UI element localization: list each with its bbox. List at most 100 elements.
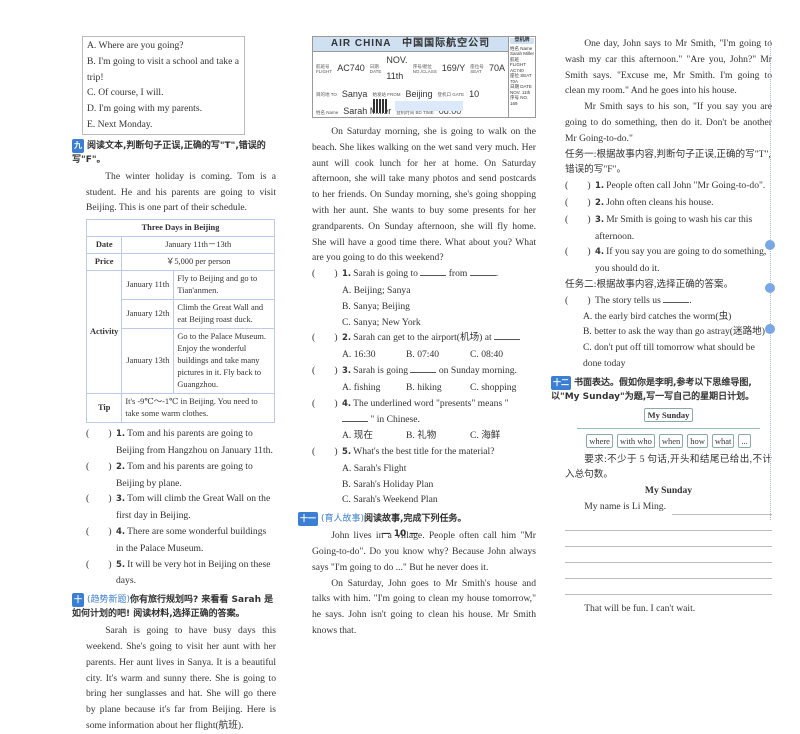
binding-hole-icon xyxy=(765,283,775,293)
flight-value: AC740 xyxy=(337,62,365,73)
question-text: The story tells us xyxy=(595,294,661,306)
question-text: Tom will climb the Great Wall on the fir… xyxy=(116,493,271,522)
question: ( ) 1. Sarah is going to from . A. Beijing;… xyxy=(312,266,536,330)
table-title: Three Days in Beijing xyxy=(86,219,275,238)
question: ( ) 2. Sarah can get to the airport(机场) at… xyxy=(312,330,536,363)
option: C. shopping xyxy=(470,381,517,393)
essay-start: My name is Li Ming. xyxy=(584,500,666,512)
writing-line[interactable] xyxy=(565,547,772,563)
option: C. 海鲜 xyxy=(470,430,501,442)
answer-blank[interactable]: ( ) xyxy=(565,195,595,212)
question-text: What's the best title for the material? xyxy=(353,445,495,457)
option: B. Sarah's Holiday Plan xyxy=(342,478,434,490)
from-label: 始发站 FROM xyxy=(372,91,401,97)
answer-blank[interactable]: ( ) xyxy=(565,212,595,245)
activity-text: Go to the Palace Museum. Enjoy the wonde… xyxy=(173,328,275,395)
question-number: 5. xyxy=(342,446,352,457)
mind-map: My Sunday where with who when how what .… xyxy=(565,407,772,448)
mind-map-node: what xyxy=(711,433,735,448)
passage: The winter holiday is coming. Tom is a s… xyxy=(86,170,276,214)
binding-hole-icon xyxy=(765,240,775,250)
question-number: 1. xyxy=(342,269,352,280)
option: B. I'm going to visit a school and take … xyxy=(87,55,240,83)
answer-blank[interactable]: ( ) xyxy=(312,330,342,347)
fill-blank[interactable] xyxy=(663,293,690,303)
section-10-heading: 十 (趋势新题)你有旅行规划吗? 来看看 Sarah 是如何计划的吧! 阅读材料,… xyxy=(72,593,276,621)
fill-blank[interactable] xyxy=(469,266,496,277)
question: ( ) 3. Mr Smith is going to wash his car t… xyxy=(565,212,772,245)
mind-map-node: ... xyxy=(738,433,751,448)
section-9-heading: 九阅读文本,判断句子正误,正确的写"T",错误的写"F"。 xyxy=(72,138,276,167)
writing-line[interactable] xyxy=(565,579,772,595)
question-text: Tom and his parents are going to Beijing… xyxy=(116,428,273,456)
section-11-heading: 十一 (育人故事)阅读故事,完成下列任务。 xyxy=(298,512,536,527)
answer-blank[interactable]: ( ) xyxy=(86,557,116,590)
question-number: 1. xyxy=(595,181,605,192)
activity-day: January 12th xyxy=(121,299,175,330)
price-label: Price xyxy=(85,253,123,272)
option: C. don't put off till tomorrow what shou… xyxy=(583,342,755,369)
question-text: It will be very hot in Beijing on these … xyxy=(116,558,271,587)
writing-line[interactable] xyxy=(565,563,772,579)
option: D. I'm going with my parents. xyxy=(87,103,202,115)
fill-blank[interactable] xyxy=(410,363,437,373)
airline-name: AIR CHINA 中国国际航空公司 xyxy=(313,37,508,52)
fill-blank[interactable] xyxy=(420,266,447,277)
option: C. 08:40 xyxy=(470,349,504,361)
stub-title: 登机牌 xyxy=(510,37,534,44)
left-column: A. Where are you going? B. I'm going to … xyxy=(72,36,276,734)
tip-value: It's -9℃～-1℃ in Beijing. You need to tak… xyxy=(121,393,275,424)
question-number: 3. xyxy=(595,214,605,225)
date-value: January 11th－13th xyxy=(121,236,275,255)
activity-day: January 13th xyxy=(121,328,175,395)
section-12-heading: 十二 书面表达。假如你是李明,参考以下思维导图,以"My Sunday"为题,写一… xyxy=(551,375,772,404)
seat-label: 座位号 SEAT xyxy=(470,63,484,74)
writing-line[interactable] xyxy=(672,499,772,515)
task-1-heading: 任务一:根据故事内容,判断句子正误,正确的写"T",错误的写"F"。 xyxy=(565,148,771,176)
page-number: — 10 — xyxy=(381,529,419,539)
name-label: 姓名 Name xyxy=(316,109,339,115)
qr-code-icon xyxy=(373,99,387,113)
date-label: Date xyxy=(85,236,123,255)
question-text: " in Chinese. xyxy=(370,414,420,426)
activity-day: January 11th xyxy=(121,270,175,301)
option: A. Where are you going? xyxy=(87,40,184,51)
question-text: John often cleans his house. xyxy=(606,196,714,208)
activity-text: Climb the Great Wall and eat Beijing roa… xyxy=(173,299,275,330)
answer-blank[interactable]: ( ) xyxy=(86,491,116,524)
fill-blank[interactable] xyxy=(494,330,521,341)
answer-blank[interactable]: ( ) xyxy=(312,444,342,461)
mind-map-node: when xyxy=(658,433,684,448)
question: ( ) 4. The underlined word "presents" mean… xyxy=(312,396,536,444)
section-badge: 九 xyxy=(72,138,84,153)
passage: Sarah is going to have busy days this we… xyxy=(86,625,276,731)
question-number: 2. xyxy=(116,461,126,472)
no-value: 169/Y xyxy=(441,62,466,73)
answer-blank[interactable]: ( ) xyxy=(312,363,342,380)
answer-blank[interactable]: ( ) xyxy=(86,426,116,459)
answer-blank[interactable]: ( ) xyxy=(312,266,342,283)
question-text: Sarah is going to xyxy=(353,268,418,280)
question-number: 2. xyxy=(595,197,605,208)
gate-label: 登机口 GATE xyxy=(437,91,465,97)
question-text: If you say you are going to do something… xyxy=(595,246,767,275)
price-value: ￥5,000 per person xyxy=(121,253,275,272)
passage: Mr Smith says to his son, "If you say yo… xyxy=(565,101,772,144)
answer-blank[interactable]: ( ) xyxy=(565,178,595,195)
activity-text: Fly to Beijing and go to Tian'anmen. xyxy=(173,270,275,301)
answer-blank[interactable]: ( ) xyxy=(312,396,342,429)
question-text: Sarah is going xyxy=(353,364,409,376)
passage: On Saturday morning, she is going to wal… xyxy=(312,126,536,264)
option: B. hiking xyxy=(406,381,442,393)
fill-blank[interactable] xyxy=(342,412,368,423)
question-text: on Sunday morning. xyxy=(438,364,517,376)
mind-map-node: where xyxy=(586,433,613,448)
answer-blank[interactable]: ( ) xyxy=(565,244,595,277)
answer-blank[interactable]: ( ) xyxy=(565,293,595,309)
stub-field: 日期 DATE NOV. 11th xyxy=(510,84,532,95)
answer-blank[interactable]: ( ) xyxy=(86,459,116,492)
middle-column: AIR CHINA 中国国际航空公司 航班号 FLIGHT AC740 日期 DAT… xyxy=(298,36,536,639)
stub-field: 航班 FLIGHT AC740 xyxy=(510,56,526,73)
mind-map-root: My Sunday xyxy=(643,407,694,422)
section-badge: 十 xyxy=(72,593,84,608)
